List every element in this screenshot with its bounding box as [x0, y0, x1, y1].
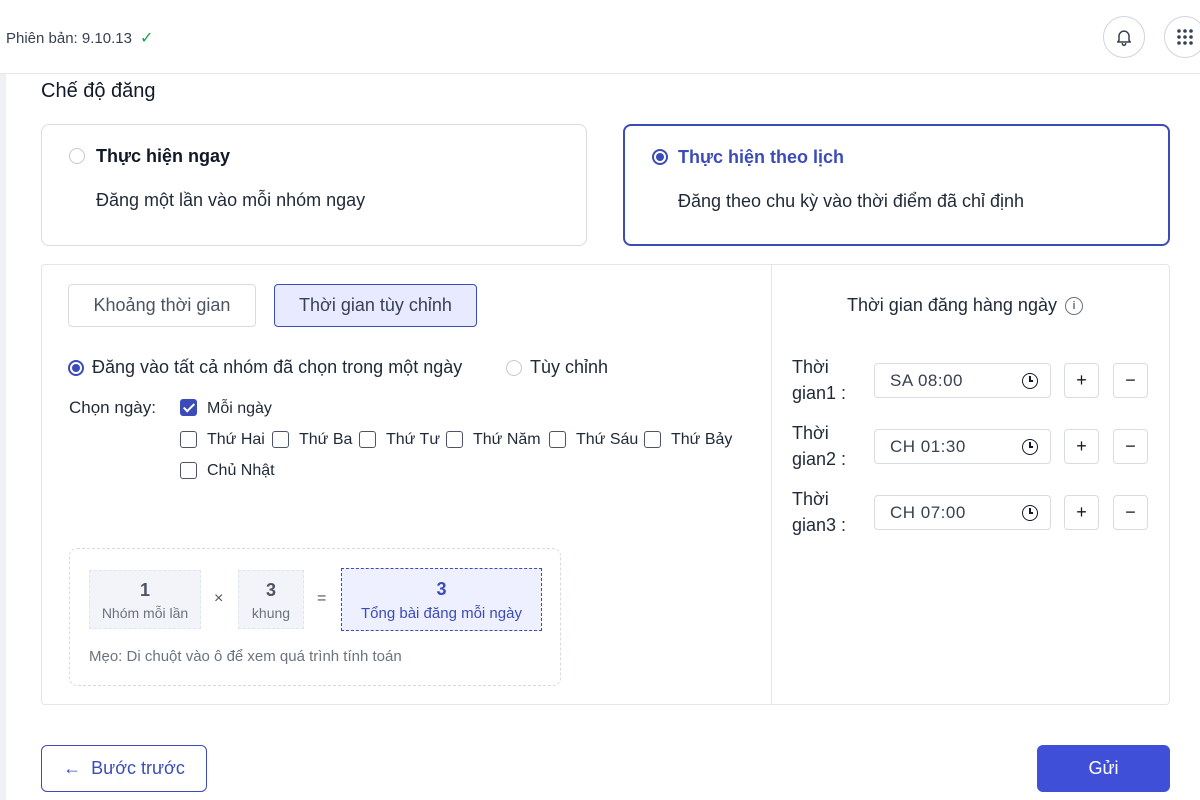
calc-times-symbol: × [214, 590, 224, 607]
checkbox-friday[interactable] [549, 431, 566, 448]
daily-times-title-text: Thời gian đăng hàng ngày [847, 295, 1057, 315]
time-slot-2-label: Thời gian2 : [792, 420, 846, 472]
mode-card-immediate[interactable]: Thực hiện ngay Đăng một lần vào mỗi nhóm… [41, 124, 587, 246]
day-select-label: Chọn ngày: [69, 398, 156, 417]
checkbox-tuesday[interactable] [272, 431, 289, 448]
time-slot-1-input[interactable]: SA 08:00 [874, 363, 1051, 398]
time-slot-2-input[interactable]: CH 01:30 [874, 429, 1051, 464]
checkbox-thursday-label: Thứ Năm [473, 431, 541, 448]
mode-card-scheduled[interactable]: Thực hiện theo lịch Đăng theo chu kỳ vào… [623, 124, 1170, 246]
calc-slots-value: 3 [265, 580, 276, 600]
time-slot-2-remove-button[interactable]: − [1113, 429, 1148, 464]
time-slot-3-input[interactable]: CH 07:00 [874, 495, 1051, 530]
time-slot-3-value: CH 07:00 [890, 503, 966, 522]
info-icon[interactable]: i [1064, 296, 1083, 315]
submit-button[interactable]: Gửi [1037, 745, 1170, 792]
time-slot-1-add-button[interactable]: + [1064, 363, 1099, 398]
check-icon: ✓ [139, 30, 154, 47]
time-slot-1-value: SA 08:00 [890, 371, 964, 390]
time-slot-2-label-line2: gian2 : [792, 449, 847, 469]
mode-immediate-desc: Đăng một lần vào mỗi nhóm ngay [96, 190, 366, 210]
time-slot-3-label: Thời gian3 : [792, 486, 846, 538]
time-slot-1-remove-button[interactable]: − [1113, 363, 1148, 398]
clock-icon[interactable] [1022, 439, 1038, 455]
mode-scheduled-desc: Đăng theo chu kỳ vào thời điểm đã chỉ đị… [678, 191, 1025, 211]
panel-divider [771, 265, 772, 704]
checkbox-wednesday[interactable] [359, 431, 376, 448]
calc-slots-cell[interactable]: 3 khung [238, 570, 304, 629]
time-slot-2-label-line1: Thời [792, 423, 829, 443]
checkbox-friday-label: Thứ Sáu [576, 431, 639, 448]
clock-icon[interactable] [1022, 505, 1038, 521]
calc-groups-cell[interactable]: 1 Nhóm mỗi lần [89, 570, 201, 629]
option-all-groups-radio[interactable] [68, 360, 84, 376]
calc-equals-symbol: = [317, 590, 327, 607]
time-slot-1-label: Thời gian1 : [792, 354, 846, 406]
version-info: Phiên bản: 9.10.13 ✓ [6, 28, 153, 48]
daily-times-title: Thời gian đăng hàng ngày i [847, 295, 1083, 316]
option-custom-radio[interactable] [506, 360, 522, 376]
time-slot-2-add-button[interactable]: + [1064, 429, 1099, 464]
checkbox-sunday-label: Chủ Nhật [207, 462, 275, 479]
option-all-groups-label: Đăng vào tất cả nhóm đã chọn trong một n… [92, 357, 463, 377]
top-bar: Phiên bản: 9.10.13 ✓ [0, 0, 1200, 74]
mode-immediate-title: Thực hiện ngay [96, 146, 231, 166]
checkbox-every-day-label: Mỗi ngày [207, 400, 272, 417]
checkbox-wednesday-label: Thứ Tư [386, 431, 441, 448]
time-slot-3-label-line1: Thời [792, 489, 829, 509]
calc-total-caption: Tổng bài đăng mỗi ngày [361, 605, 522, 622]
time-slot-1-label-line1: Thời [792, 357, 829, 377]
calc-tip: Mẹo: Di chuột vào ô để xem quá trình tín… [89, 648, 402, 665]
bell-icon [1117, 30, 1131, 47]
notifications-button[interactable] [1103, 16, 1145, 58]
checkbox-saturday[interactable] [644, 431, 661, 448]
version-label: Phiên bản: 9.10.13 [6, 29, 132, 47]
checkbox-saturday-label: Thứ Bảy [671, 431, 733, 448]
previous-step-label: Bước trước [91, 758, 185, 778]
mode-scheduled-radio[interactable] [652, 149, 668, 165]
apps-menu-button[interactable] [1164, 16, 1200, 58]
section-title: Chế độ đăng [41, 80, 156, 102]
option-custom-label: Tùy chỉnh [530, 357, 609, 377]
mode-scheduled-title: Thực hiện theo lịch [678, 147, 845, 167]
time-slot-3-remove-button[interactable]: − [1113, 495, 1148, 530]
arrow-left-icon: ← [63, 758, 82, 778]
checkbox-every-day[interactable] [180, 399, 197, 416]
calc-groups-value: 1 [139, 580, 150, 600]
calc-total-cell[interactable]: 3 Tổng bài đăng mỗi ngày [341, 568, 542, 631]
time-slot-3-label-line2: gian3 : [792, 515, 847, 535]
checkbox-tuesday-label: Thứ Ba [299, 431, 353, 448]
previous-step-button[interactable]: ← Bước trước [41, 745, 207, 792]
checkbox-sunday[interactable] [180, 462, 197, 479]
time-slot-1-label-line2: gian1 : [792, 383, 847, 403]
calc-groups-caption: Nhóm mỗi lần [101, 605, 189, 621]
apps-grid-icon [1177, 29, 1193, 45]
checkbox-monday-label: Thứ Hai [207, 431, 265, 448]
checkbox-monday[interactable] [180, 431, 197, 448]
clock-icon[interactable] [1022, 373, 1038, 389]
calc-slots-caption: khung [251, 605, 291, 621]
calc-total-value: 3 [436, 579, 447, 599]
checkbox-thursday[interactable] [446, 431, 463, 448]
tab-custom-time[interactable]: Thời gian tùy chỉnh [274, 284, 477, 327]
mode-immediate-radio[interactable] [69, 148, 85, 164]
tab-interval[interactable]: Khoảng thời gian [68, 284, 256, 327]
time-slot-2-value: CH 01:30 [890, 437, 966, 456]
time-slot-3-add-button[interactable]: + [1064, 495, 1099, 530]
